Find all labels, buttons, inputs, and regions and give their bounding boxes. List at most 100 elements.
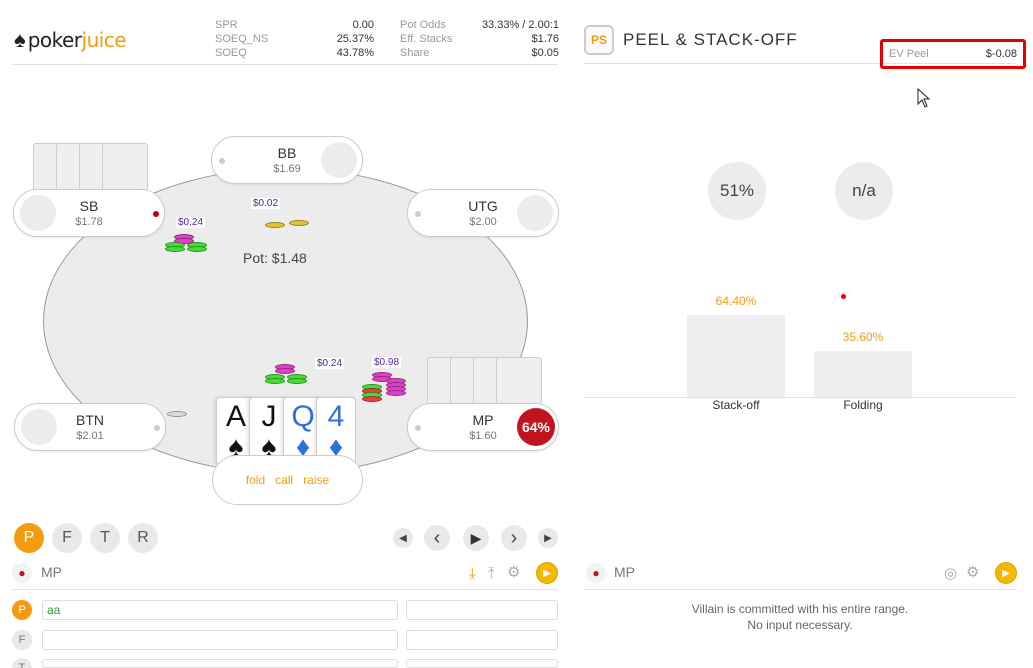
chip [265, 378, 285, 384]
range-input-flop[interactable] [42, 630, 398, 650]
chip [287, 378, 307, 384]
stat-label: SPR [215, 19, 238, 31]
seat-bb[interactable]: BB $1.69 [211, 136, 363, 184]
bet-label-mp: $0.98 [372, 357, 402, 368]
spade-logo-icon: ♠ [14, 27, 26, 52]
range-street-turn: T [12, 658, 32, 668]
stat-value: $1.76 [531, 33, 559, 45]
stat-value: 43.78% [336, 47, 374, 59]
range-street-flop: F [12, 630, 32, 650]
call-button[interactable]: call [275, 473, 293, 487]
villain-message-line: Villain is committed with his entire ran… [691, 602, 909, 616]
hero-action-box: fold call raise [212, 455, 363, 505]
bar-pct-stackoff: 64.40% [715, 294, 757, 308]
street-tab-preflop[interactable]: P [14, 523, 44, 553]
card-back [496, 357, 542, 405]
stat-label: Pot Odds [400, 19, 446, 31]
avatar [517, 195, 553, 231]
gear-icon[interactable]: ⚙ [507, 563, 520, 581]
indicator-dot [841, 294, 846, 299]
stat-row: Eff. Stacks $1.76 [400, 32, 559, 46]
seat-stack: $2.01 [76, 430, 104, 442]
raise-button[interactable]: raise [303, 473, 329, 487]
seat-sb[interactable]: SB $1.78 [13, 189, 165, 237]
chip [362, 396, 382, 402]
range-input-turn-secondary[interactable] [406, 659, 558, 668]
first-step-button[interactable]: ◀ [393, 528, 413, 548]
range-street-preflop: P [12, 600, 32, 620]
user-icon: ● [12, 563, 32, 583]
chip-btn [167, 411, 187, 417]
range-input-turn[interactable] [42, 659, 398, 668]
stat-value: $0.05 [531, 47, 559, 59]
run-button[interactable]: ▶ [536, 562, 558, 584]
stat-value: 25.37% [336, 33, 374, 45]
ev-peel-label: EV Peel [889, 48, 929, 60]
stat-value: 33.33% / 2.00:1 [481, 19, 559, 31]
chevron-right-icon: › [510, 526, 518, 549]
next-step-button[interactable]: › [501, 525, 527, 551]
pokerjuice-logo: ♠ poker juice [14, 27, 127, 52]
seat-utg[interactable]: UTG $2.00 [407, 189, 559, 237]
stat-row: SPR 0.00 [215, 18, 374, 32]
bar-pct-folding: 35.60% [842, 330, 884, 344]
fold-button[interactable]: fold [246, 473, 265, 487]
range-input-preflop[interactable] [42, 600, 398, 620]
prev-step-button[interactable]: ‹ [424, 525, 450, 551]
seat-btn[interactable]: BTN $2.01 [14, 403, 166, 451]
stat-row: Share $0.05 [400, 46, 559, 60]
stat-label: SOEQ [215, 47, 247, 59]
header-divider [12, 64, 558, 65]
stat-row: SOEQ_NS 25.37% [215, 32, 374, 46]
panel-player-label: MP [614, 564, 635, 580]
range-input-flop-secondary[interactable] [406, 630, 558, 650]
avatar [321, 142, 357, 178]
play-icon: ▶ [470, 529, 482, 546]
chip [265, 222, 285, 228]
peel-stackoff-badge: PS [584, 25, 614, 55]
play-icon: ▶ [543, 567, 551, 579]
play-step-button[interactable]: ▶ [463, 525, 489, 551]
divider [12, 589, 558, 590]
chip-stack-sb [165, 232, 211, 254]
user-icon: ● [586, 563, 606, 583]
range-input-preflop-secondary[interactable] [406, 600, 558, 620]
upload-icon[interactable]: ⤒ [488, 565, 495, 582]
card-back [102, 143, 148, 191]
ev-peel-box: EV Peel $-0.08 [880, 39, 1026, 69]
chip [386, 390, 406, 396]
chip [289, 220, 309, 226]
stats-right: Pot Odds 33.33% / 2.00:1 Eff. Stacks $1.76… [400, 18, 559, 60]
chip-stack-mp [362, 370, 410, 402]
last-step-button[interactable]: ▶ [538, 528, 558, 548]
stat-label: Share [400, 47, 430, 59]
bet-label-bb: $0.02 [251, 198, 281, 209]
stackoff-equity-circle: 51% [708, 162, 766, 220]
mp-equity-badge: 64% [517, 408, 555, 446]
street-tab-flop[interactable]: F [52, 523, 82, 553]
villain-message-line: No input necessary. [747, 618, 853, 632]
bar-name-stackoff: Stack-off [712, 398, 760, 412]
bet-label-hero: $0.24 [315, 358, 345, 369]
download-icon[interactable]: ⤓ [469, 565, 476, 582]
gear-icon[interactable]: ⚙ [966, 563, 979, 581]
stats-left: SPR 0.00 SOEQ_NS 25.37% SOEQ 43.78% [215, 18, 374, 60]
chip [187, 246, 207, 252]
folding-equity-circle: n/a [835, 162, 893, 220]
chip [165, 246, 185, 252]
divider [584, 589, 1016, 590]
street-tab-turn[interactable]: T [90, 523, 120, 553]
stat-label: SOEQ_NS [215, 33, 269, 45]
panel-run-button[interactable]: ▶ [995, 562, 1017, 584]
bar-folding [814, 351, 912, 397]
stat-value: 0.00 [352, 19, 374, 31]
lifebuoy-icon[interactable]: ◎ [944, 564, 957, 582]
skip-back-icon: ◀ [399, 532, 407, 544]
logo-text-poker: poker [27, 28, 82, 52]
bar-baseline [584, 397, 1016, 398]
street-tab-river[interactable]: R [128, 523, 158, 553]
bar-name-folding: Folding [843, 398, 883, 412]
seat-stack: $1.78 [75, 216, 103, 228]
seat-name: BTN [76, 412, 104, 428]
player-label: MP [41, 564, 62, 580]
